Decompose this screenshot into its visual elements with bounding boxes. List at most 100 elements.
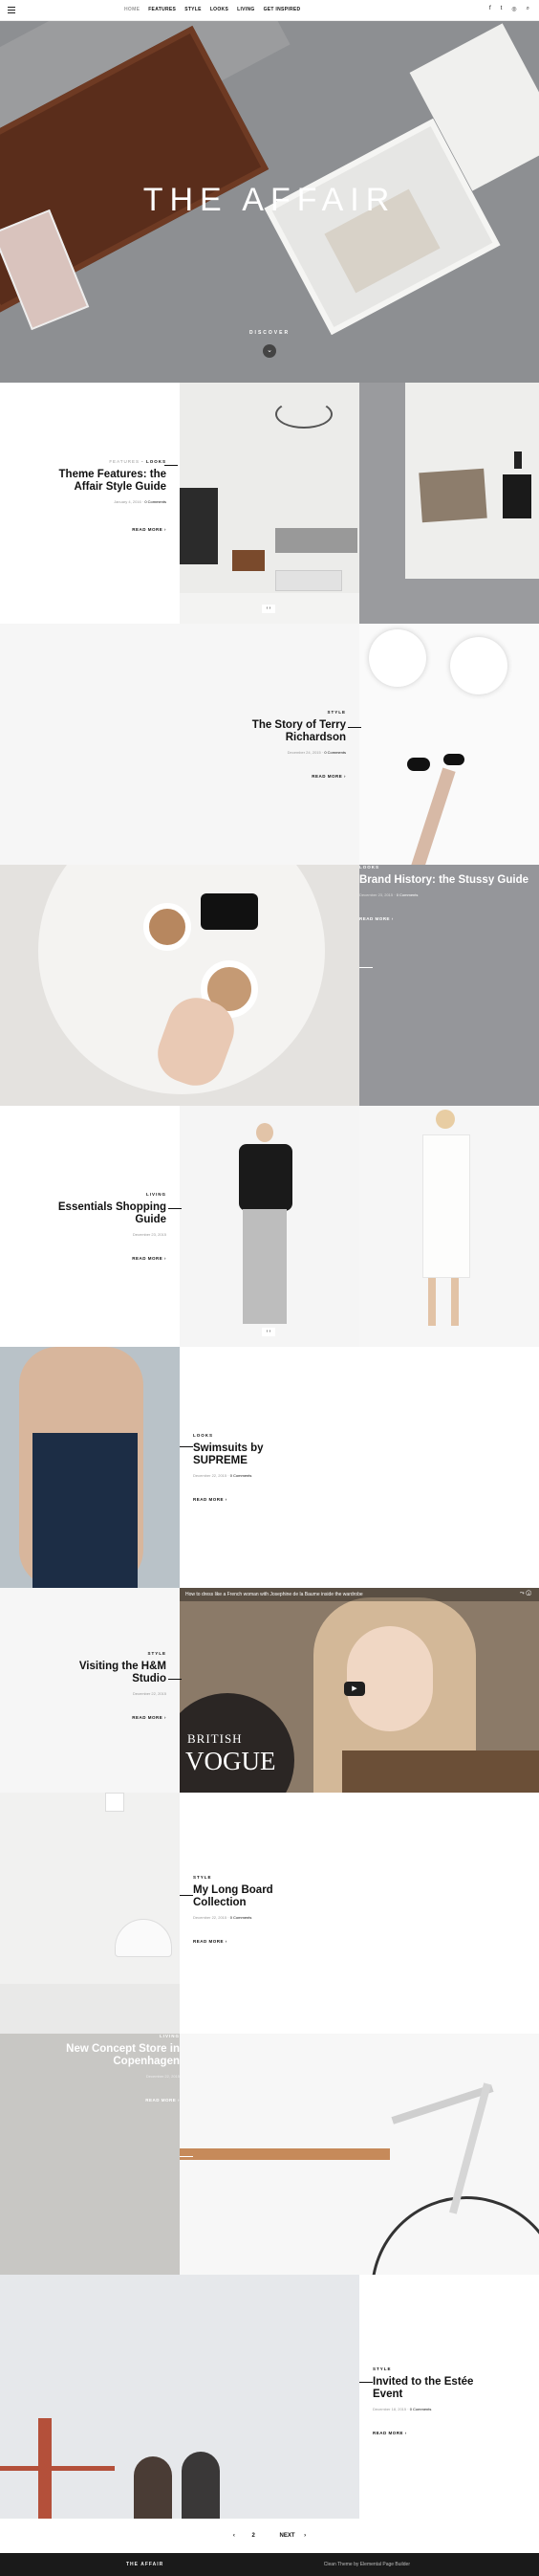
post-category[interactable]: STYLE xyxy=(193,1875,212,1880)
post-row: LOOKS Brand History: the Stussy Guide De… xyxy=(0,865,539,1106)
post-title[interactable]: Swimsuits by SUPREME xyxy=(193,1442,308,1467)
post-date: January 4, 2016 xyxy=(114,499,141,504)
post-image-bicycle[interactable] xyxy=(180,2034,539,2275)
post-row: FEATURES · LOOKS Theme Features: the Aff… xyxy=(0,383,539,624)
post-card[interactable]: LOOKS Brand History: the Stussy Guide De… xyxy=(359,865,539,1106)
video-caption[interactable]: How to dress like a French woman with Jo… xyxy=(180,1588,539,1601)
main-menu: HOME FEATURES STYLE LOOKS LIVING GET INS… xyxy=(124,7,300,12)
read-more-link[interactable]: READ MORE xyxy=(193,1939,224,1944)
post-image-coffee[interactable] xyxy=(0,865,359,1106)
post-category-secondary[interactable]: FEATURES xyxy=(109,459,140,464)
footer-logo[interactable]: THE AFFAIR xyxy=(126,2562,163,2567)
post-row: LOOKS Swimsuits by SUPREME December 22, … xyxy=(0,1347,539,1588)
post-title[interactable]: My Long Board Collection xyxy=(193,1884,308,1909)
share-icon[interactable]: ⤳ ⓘ xyxy=(520,1591,531,1597)
post-category[interactable]: LIVING xyxy=(146,1192,166,1197)
nav-looks[interactable]: LOOKS xyxy=(210,7,228,12)
video-brand-top: BRITISH xyxy=(187,1731,243,1746)
post-image-lamps-legs[interactable] xyxy=(359,624,539,865)
facebook-icon[interactable]: f xyxy=(489,6,491,12)
post-category[interactable]: LOOKS xyxy=(359,865,379,870)
post-title[interactable]: The Story of Terry Richardson xyxy=(231,719,346,744)
read-more-link[interactable]: READ MORE xyxy=(132,527,162,532)
nav-get-inspired[interactable]: GET INSPIRED xyxy=(264,7,301,12)
title-tick-mark xyxy=(168,1679,182,1680)
current-page: 2 xyxy=(251,2533,255,2539)
post-row: STYLE The Story of Terry Richardson Dece… xyxy=(0,624,539,865)
embedded-video-player[interactable]: How to dress like a French woman with Jo… xyxy=(180,1588,539,1793)
post-row: LIVING Essentials Shopping Guide Decembe… xyxy=(0,1106,539,1347)
post-image-model-black[interactable]: ‹ › xyxy=(180,1106,359,1347)
hamburger-menu-icon[interactable] xyxy=(8,7,15,13)
instagram-icon[interactable]: ◎ xyxy=(511,6,516,12)
scroll-down-icon[interactable]: ⌄ xyxy=(263,344,276,358)
prev-page-icon[interactable]: ‹ xyxy=(233,2533,235,2539)
post-image-bicycle-room[interactable]: ‹ › xyxy=(180,383,359,624)
read-more-link[interactable]: READ MORE xyxy=(132,1715,162,1720)
nav-features[interactable]: FEATURES xyxy=(148,7,176,12)
title-tick-mark xyxy=(359,967,373,968)
post-title[interactable]: Visiting the H&M Studio xyxy=(52,1661,166,1685)
post-date: December 22, 2015 xyxy=(132,1691,166,1696)
post-category[interactable]: STYLE xyxy=(147,1651,166,1656)
read-more-link[interactable]: READ MORE xyxy=(193,1497,224,1502)
read-more-link[interactable]: READ MORE xyxy=(373,2431,403,2435)
twitter-icon[interactable]: t xyxy=(501,6,503,12)
post-card[interactable]: STYLE The Story of Terry Richardson Dece… xyxy=(0,624,359,865)
post-category[interactable]: LIVING xyxy=(160,2034,180,2038)
read-more-link[interactable]: READ MORE xyxy=(312,774,342,779)
post-card[interactable]: LIVING New Concept Store in Copenhagen D… xyxy=(0,2034,180,2275)
post-title[interactable]: New Concept Store in Copenhagen xyxy=(0,2043,180,2068)
post-card[interactable]: LOOKS Swimsuits by SUPREME December 22, … xyxy=(180,1347,539,1588)
post-row: STYLE Visiting the H&M Studio December 2… xyxy=(0,1588,539,1793)
post-date: December 24, 2015 xyxy=(287,750,321,755)
read-more-link[interactable]: READ MORE xyxy=(359,916,390,921)
gallery-arrows-icon[interactable]: ‹ › xyxy=(262,605,275,613)
post-category[interactable]: STYLE xyxy=(327,710,346,715)
site-footer: THE AFFAIR Clean Theme by Elemental Page… xyxy=(0,2553,539,2576)
footer-credits: Clean Theme by Elemental Page Builder xyxy=(323,2562,410,2567)
post-card[interactable]: LIVING Essentials Shopping Guide Decembe… xyxy=(0,1106,180,1347)
post-comments[interactable]: 0 Comments xyxy=(410,2407,432,2411)
post-card[interactable]: STYLE Invited to the Estée Event Decembe… xyxy=(359,2275,539,2519)
title-tick-mark xyxy=(180,2156,193,2157)
post-image-model-white[interactable] xyxy=(359,1106,539,1347)
gallery-arrows-icon[interactable]: ‹ › xyxy=(262,1328,275,1336)
post-image-wallet[interactable] xyxy=(359,383,539,624)
nav-home[interactable]: HOME xyxy=(124,7,140,12)
post-comments[interactable]: 0 Comments xyxy=(324,750,346,755)
post-category[interactable]: LOOKS xyxy=(146,459,166,464)
post-image-chair[interactable] xyxy=(0,1793,180,2034)
post-category[interactable]: LOOKS xyxy=(193,1433,213,1438)
post-comments[interactable]: 0 Comments xyxy=(230,1915,252,1920)
nav-living[interactable]: LIVING xyxy=(237,7,254,12)
search-icon[interactable]: ⌕ xyxy=(527,6,529,12)
post-date: December 23, 2015 xyxy=(359,892,394,897)
read-more-link[interactable]: READ MORE xyxy=(145,2098,176,2103)
post-comments[interactable]: 0 Comments xyxy=(397,892,419,897)
discover-label[interactable]: DISCOVER xyxy=(0,330,539,336)
title-tick-mark xyxy=(164,465,178,466)
play-button-icon[interactable]: ▶ xyxy=(344,1682,365,1696)
post-comments[interactable]: 0 Comments xyxy=(230,1473,252,1478)
nav-style[interactable]: STYLE xyxy=(184,7,202,12)
post-title[interactable]: Invited to the Estée Event xyxy=(373,2376,487,2401)
next-page-link[interactable]: NEXT › xyxy=(272,2533,307,2539)
read-more-link[interactable]: READ MORE xyxy=(132,1256,162,1261)
post-row: STYLE My Long Board Collection December … xyxy=(0,1793,539,2034)
pagination: ‹ 2 NEXT › xyxy=(0,2519,539,2553)
post-date: December 22, 2015 xyxy=(193,1915,227,1920)
post-title[interactable]: Essentials Shopping Guide xyxy=(52,1201,166,1226)
post-image-swimsuit[interactable] xyxy=(0,1347,180,1588)
post-date: December 18, 2015 xyxy=(373,2407,407,2411)
post-category[interactable]: STYLE xyxy=(373,2367,392,2371)
post-comments[interactable]: 0 Comments xyxy=(144,499,166,504)
post-card[interactable]: STYLE My Long Board Collection December … xyxy=(180,1793,539,2034)
post-card[interactable]: STYLE Visiting the H&M Studio December 2… xyxy=(0,1588,180,1793)
post-card[interactable]: FEATURES · LOOKS Theme Features: the Aff… xyxy=(0,383,180,624)
post-image-golden-gate[interactable] xyxy=(0,2275,359,2519)
title-tick-mark xyxy=(168,1208,182,1209)
post-date: December 22, 2015 xyxy=(145,2074,180,2079)
post-title[interactable]: Theme Features: the Affair Style Guide xyxy=(52,469,166,494)
post-title[interactable]: Brand History: the Stussy Guide xyxy=(359,874,539,887)
